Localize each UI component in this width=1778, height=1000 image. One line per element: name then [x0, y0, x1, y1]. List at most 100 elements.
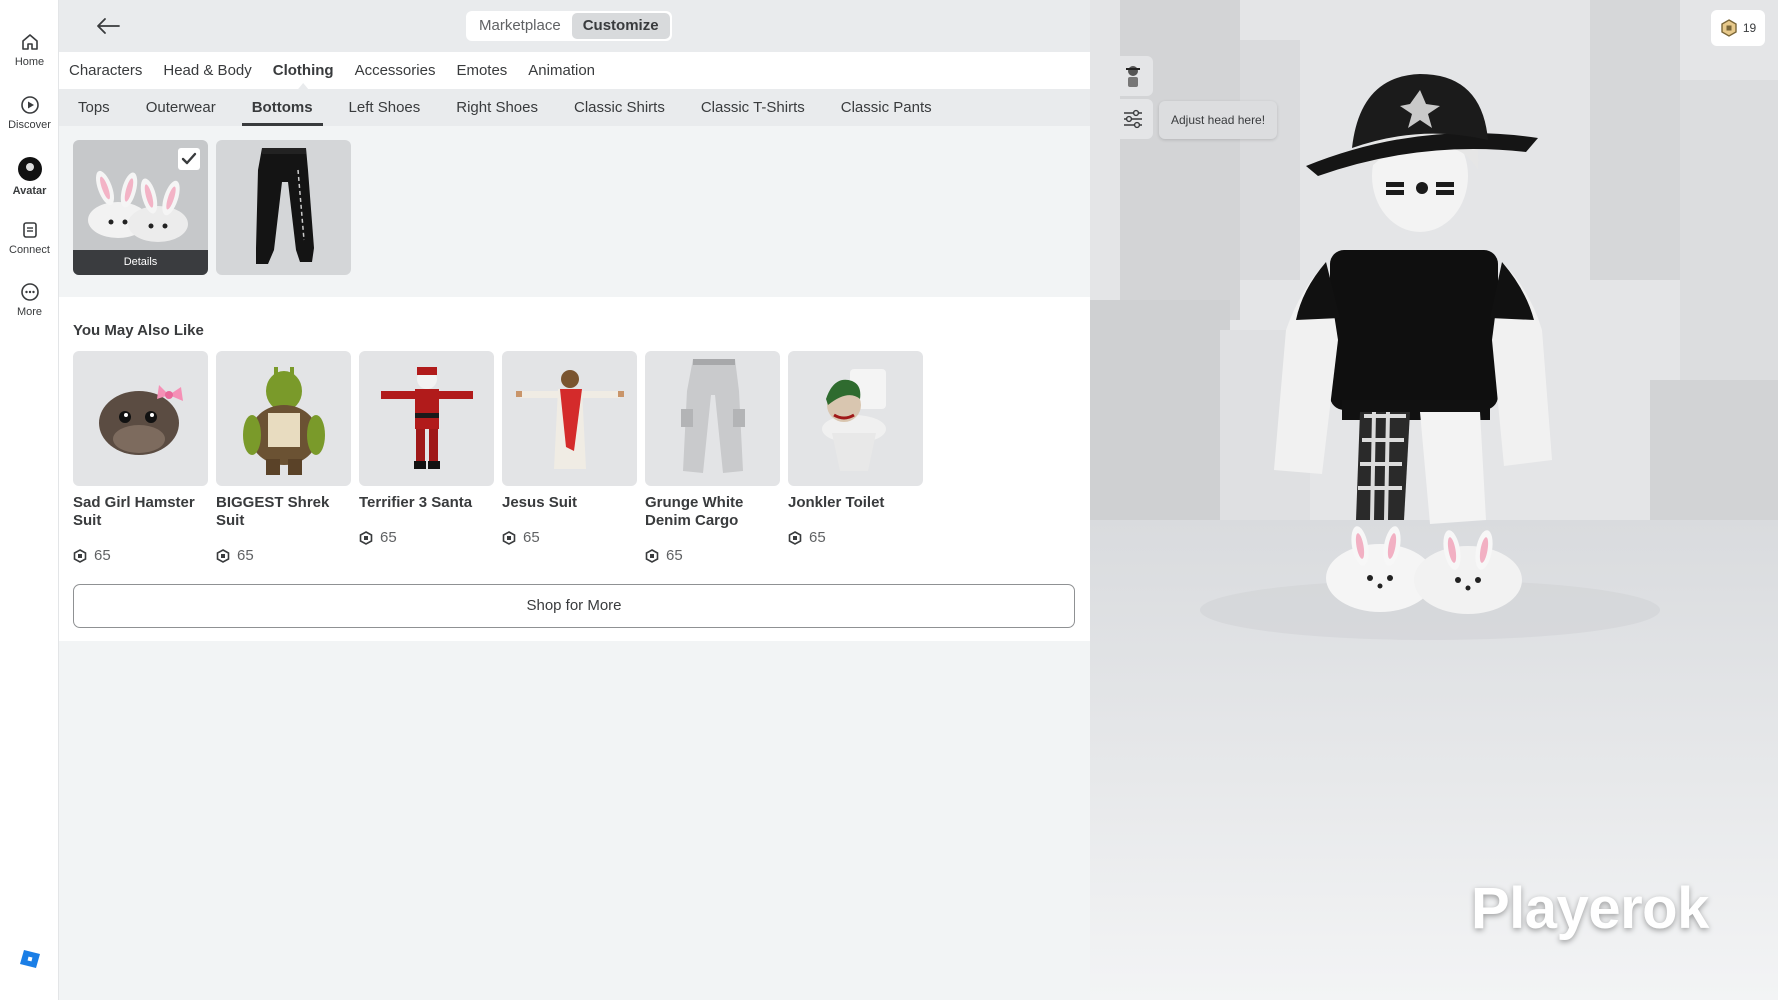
robux-icon [645, 548, 659, 563]
robux-icon [502, 530, 516, 545]
tab-accessories[interactable]: Accessories [355, 62, 436, 79]
adjust-head-button[interactable] [1113, 99, 1153, 139]
avatar-silhouette-icon [1126, 66, 1140, 87]
robux-icon [788, 530, 802, 545]
tab-animation[interactable]: Animation [528, 62, 595, 79]
jesus-thumbnail [516, 370, 624, 469]
owned-item-bunny-slippers[interactable]: Details [73, 140, 208, 275]
marketplace-button[interactable]: Marketplace [468, 13, 572, 39]
rec-item-price: 65 [502, 529, 637, 546]
nav-home-label: Home [14, 56, 45, 68]
rec-thumbnail [788, 351, 923, 486]
rec-item-price-value: 65 [809, 529, 826, 546]
subtab-classic-pants[interactable]: Classic Pants [841, 89, 932, 126]
subcategory-tabs: Tops Outerwear Bottoms Left Shoes Right … [59, 89, 1090, 126]
shop-for-more-button[interactable]: Shop for More [73, 584, 1075, 628]
black-joggers-thumbnail [256, 148, 314, 264]
chat-icon [22, 222, 37, 238]
nav-more[interactable]: More [0, 282, 59, 318]
nav-connect[interactable]: Connect [0, 220, 59, 256]
rec-item-sad-girl-hamster-suit[interactable]: Sad Girl Hamster Suit 65 [73, 351, 208, 564]
rec-item-price: 65 [73, 547, 208, 564]
rec-item-jesus-suit[interactable]: Jesus Suit 65 [502, 351, 637, 546]
recommendations-section: You May Also Like Sad Girl Hamster Suit … [59, 297, 1090, 641]
top-bar: Marketplace Customize [59, 0, 1090, 52]
rec-item-price: 65 [359, 529, 494, 546]
rec-item-name: Grunge White Denim Cargo [645, 494, 744, 529]
santa-thumbnail [381, 367, 473, 469]
subtab-right-shoes[interactable]: Right Shoes [456, 89, 538, 126]
rec-item-name: BIGGEST Shrek Suit [216, 494, 330, 529]
cargo-pants-thumbnail [681, 359, 745, 473]
nav-home[interactable]: Home [0, 32, 59, 68]
robux-balance-button[interactable]: 19 [1711, 10, 1765, 46]
avatar-preview-button[interactable] [1113, 56, 1153, 96]
toilet-thumbnail [822, 369, 886, 471]
category-tabs: Characters Head & Body Clothing Accessor… [59, 52, 1090, 89]
tab-emotes[interactable]: Emotes [456, 62, 507, 79]
nav-avatar-label: Avatar [12, 185, 47, 197]
rec-item-name: Terrifier 3 Santa [359, 494, 473, 511]
rec-item-grunge-white-denim-cargo[interactable]: Grunge White Denim Cargo 65 [645, 351, 780, 564]
rec-thumbnail [359, 351, 494, 486]
rec-item-terrifier-3-santa[interactable]: Terrifier 3 Santa 65 [359, 351, 494, 546]
rec-item-jonkler-toilet[interactable]: Jonkler Toilet 65 [788, 351, 923, 546]
watermark-text: Playerok [1471, 876, 1709, 941]
recommendations-title: You May Also Like [73, 322, 204, 339]
rec-item-price: 65 [788, 529, 923, 546]
subtab-left-shoes[interactable]: Left Shoes [349, 89, 421, 126]
rec-thumbnail [645, 351, 780, 486]
mode-toggle: Marketplace Customize [466, 11, 672, 41]
rec-item-name: Jonkler Toilet [788, 494, 885, 511]
play-circle-icon [20, 96, 39, 114]
sliders-icon [1124, 109, 1142, 129]
more-icon [20, 283, 39, 301]
robux-icon [359, 530, 373, 545]
robux-icon [216, 548, 230, 563]
avatar-viewport[interactable]: Adjust head here! 19 Playerok [1090, 0, 1778, 1000]
hamster-thumbnail [99, 385, 183, 455]
subtab-classic-tshirts[interactable]: Classic T-Shirts [701, 89, 805, 126]
nav-avatar[interactable]: Avatar [0, 157, 59, 197]
rec-item-price-value: 65 [523, 529, 540, 546]
rec-thumbnail [216, 351, 351, 486]
roblox-logo-icon[interactable] [19, 948, 41, 970]
main-panel: Marketplace Customize Characters Head & … [59, 0, 1090, 1000]
nav-more-label: More [16, 306, 43, 318]
avatar-icon [17, 157, 42, 181]
rec-item-name: Jesus Suit [502, 494, 578, 511]
subtab-classic-shirts[interactable]: Classic Shirts [574, 89, 665, 126]
robux-icon [1721, 19, 1737, 37]
rec-item-price-value: 65 [94, 547, 111, 564]
owned-item-black-joggers[interactable] [216, 140, 351, 275]
rec-thumbnail [73, 351, 208, 486]
nav-discover-label: Discover [8, 119, 51, 131]
avatar-scene [1090, 0, 1778, 1000]
adjust-head-tooltip: Adjust head here! [1159, 101, 1278, 139]
customize-button[interactable]: Customize [571, 13, 670, 39]
robux-balance: 19 [1742, 21, 1757, 35]
rec-item-name: Sad Girl Hamster Suit [73, 494, 195, 529]
subtab-bottoms[interactable]: Bottoms [241, 89, 323, 126]
subtab-tops[interactable]: Tops [78, 89, 110, 126]
selected-checkbox[interactable] [178, 148, 200, 170]
rec-item-price: 65 [645, 547, 780, 564]
rec-item-price-value: 65 [380, 529, 397, 546]
robux-icon [73, 548, 87, 563]
left-navigation: Home Discover Avatar Connect More [0, 0, 59, 1000]
rec-item-price: 65 [216, 547, 351, 564]
nav-discover[interactable]: Discover [0, 95, 59, 131]
back-arrow-icon[interactable] [95, 14, 121, 38]
rec-item-price-value: 65 [666, 547, 683, 564]
tab-characters[interactable]: Characters [69, 62, 142, 79]
tab-clothing[interactable]: Clothing [273, 62, 334, 79]
checkmark-icon [181, 152, 197, 165]
rec-item-biggest-shrek-suit[interactable]: BIGGEST Shrek Suit 65 [216, 351, 351, 564]
tab-head-body[interactable]: Head & Body [163, 62, 251, 79]
rec-item-price-value: 65 [237, 547, 254, 564]
owned-items-grid: Details [59, 126, 1090, 297]
subtab-outerwear[interactable]: Outerwear [146, 89, 216, 126]
rec-thumbnail [502, 351, 637, 486]
details-button[interactable]: Details [73, 250, 208, 275]
shrek-thumbnail [243, 367, 325, 475]
